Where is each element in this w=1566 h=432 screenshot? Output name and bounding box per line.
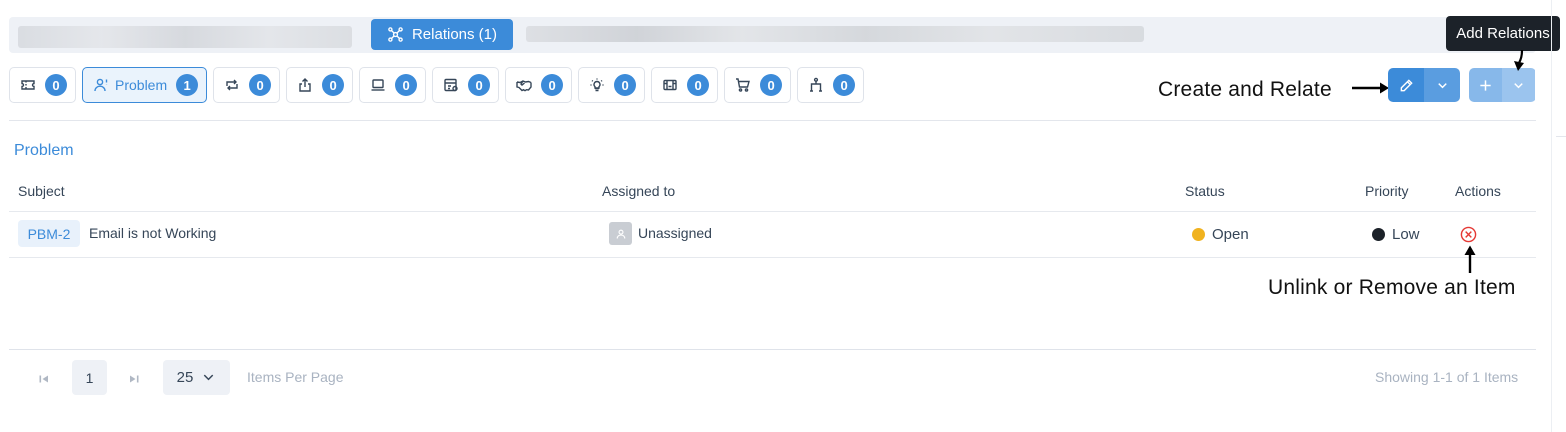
header-divider xyxy=(9,211,1536,212)
create-and-relate-button[interactable] xyxy=(1388,68,1424,102)
blurred-title xyxy=(18,26,352,48)
first-page-icon[interactable] xyxy=(37,372,51,386)
priority-dot xyxy=(1372,228,1385,241)
row-status[interactable]: Open xyxy=(1212,226,1249,243)
tab-relations[interactable]: Relations (1) xyxy=(371,19,513,50)
panel-edge-tick xyxy=(1556,136,1566,137)
annotation-arrow-right-icon xyxy=(1352,82,1389,94)
problem-id-badge[interactable]: PBM-2 xyxy=(18,220,80,247)
chip-problem[interactable]: Problem 1 xyxy=(82,67,208,103)
chip-count: 0 xyxy=(249,74,272,96)
blurred-description xyxy=(526,26,1144,42)
annotation-create-and-relate: Create and Relate xyxy=(1158,78,1332,101)
items-per-page-label: Items Per Page xyxy=(247,369,344,385)
relation-category-chips: 0 Problem 1 0 0 0 0 0 0 0 0 0 xyxy=(9,67,865,103)
user-problem-icon xyxy=(94,78,108,92)
knowledge-icon xyxy=(663,79,677,91)
chip-count: 1 xyxy=(176,74,199,96)
add-relations-group xyxy=(1469,68,1536,102)
create-and-relate-group xyxy=(1388,68,1460,102)
cart-icon xyxy=(736,78,751,92)
chip-release[interactable]: 0 xyxy=(286,67,354,103)
hierarchy-icon xyxy=(810,77,823,92)
items-per-page-select[interactable]: 25 xyxy=(163,360,230,395)
annotation-arrow-up-icon xyxy=(1464,245,1476,273)
tab-relations-label: Relations (1) xyxy=(411,26,498,43)
column-header-priority[interactable]: Priority xyxy=(1365,183,1409,199)
user-icon xyxy=(616,229,625,239)
chip-project[interactable]: 0 xyxy=(432,67,500,103)
chevron-down-icon xyxy=(204,374,214,381)
chip-count: 0 xyxy=(468,74,491,96)
row-assignee[interactable]: Unassigned xyxy=(638,225,712,241)
laptop-icon xyxy=(371,79,385,91)
row-priority[interactable]: Low xyxy=(1392,226,1420,243)
column-header-status[interactable]: Status xyxy=(1185,183,1225,199)
add-relations-button[interactable] xyxy=(1469,68,1502,102)
row-subject[interactable]: Email is not Working xyxy=(89,225,216,241)
change-icon xyxy=(226,79,238,91)
avatar xyxy=(609,222,632,245)
chip-count: 0 xyxy=(541,74,564,96)
column-header-actions: Actions xyxy=(1455,183,1501,199)
row-divider xyxy=(9,257,1536,258)
chevron-down-icon xyxy=(1514,82,1523,88)
lightbulb-icon xyxy=(590,78,604,92)
chip-count: 0 xyxy=(45,74,67,96)
annotation-arrow-down-icon xyxy=(1514,50,1524,71)
status-dot xyxy=(1192,228,1205,241)
per-page-value: 25 xyxy=(176,369,194,386)
remove-relation-icon[interactable] xyxy=(1460,226,1477,243)
chip-count: 0 xyxy=(833,74,856,96)
section-divider xyxy=(9,120,1536,121)
section-title: Problem xyxy=(14,142,74,159)
chip-count: 0 xyxy=(322,74,345,96)
chip-idea[interactable]: 0 xyxy=(578,67,646,103)
footer-divider xyxy=(9,349,1536,350)
handshake-icon xyxy=(516,80,532,92)
chip-label: Problem xyxy=(115,77,168,93)
pencil-icon xyxy=(1400,78,1413,91)
ticket-icon xyxy=(21,80,35,90)
add-relations-dropdown[interactable] xyxy=(1502,68,1535,102)
chip-purchase[interactable]: 0 xyxy=(724,67,792,103)
column-header-subject[interactable]: Subject xyxy=(18,183,65,199)
tooltip-add-relations: Add Relations xyxy=(1446,16,1560,51)
project-icon xyxy=(444,78,458,92)
annotation-unlink-remove: Unlink or Remove an Item xyxy=(1268,276,1516,299)
chip-contract[interactable]: 0 xyxy=(505,67,573,103)
chip-count: 0 xyxy=(395,74,418,96)
chevron-down-icon xyxy=(1437,82,1447,88)
current-page[interactable]: 1 xyxy=(72,360,107,395)
release-icon xyxy=(299,78,311,92)
chip-change[interactable]: 0 xyxy=(213,67,281,103)
chip-count: 0 xyxy=(760,74,783,96)
chip-knowledge[interactable]: 0 xyxy=(651,67,719,103)
panel-edge xyxy=(1551,0,1552,432)
chip-hierarchy[interactable]: 0 xyxy=(797,67,865,103)
chip-request[interactable]: 0 xyxy=(9,67,76,103)
chip-asset[interactable]: 0 xyxy=(359,67,427,103)
create-and-relate-dropdown[interactable] xyxy=(1424,68,1460,102)
column-header-assigned-to[interactable]: Assigned to xyxy=(602,183,675,199)
chip-count: 0 xyxy=(687,74,710,96)
chip-count: 0 xyxy=(614,74,637,96)
showing-count: Showing 1-1 of 1 Items xyxy=(1375,369,1519,385)
relations-icon xyxy=(388,27,403,42)
last-page-icon[interactable] xyxy=(127,372,141,386)
plus-icon xyxy=(1480,79,1491,91)
